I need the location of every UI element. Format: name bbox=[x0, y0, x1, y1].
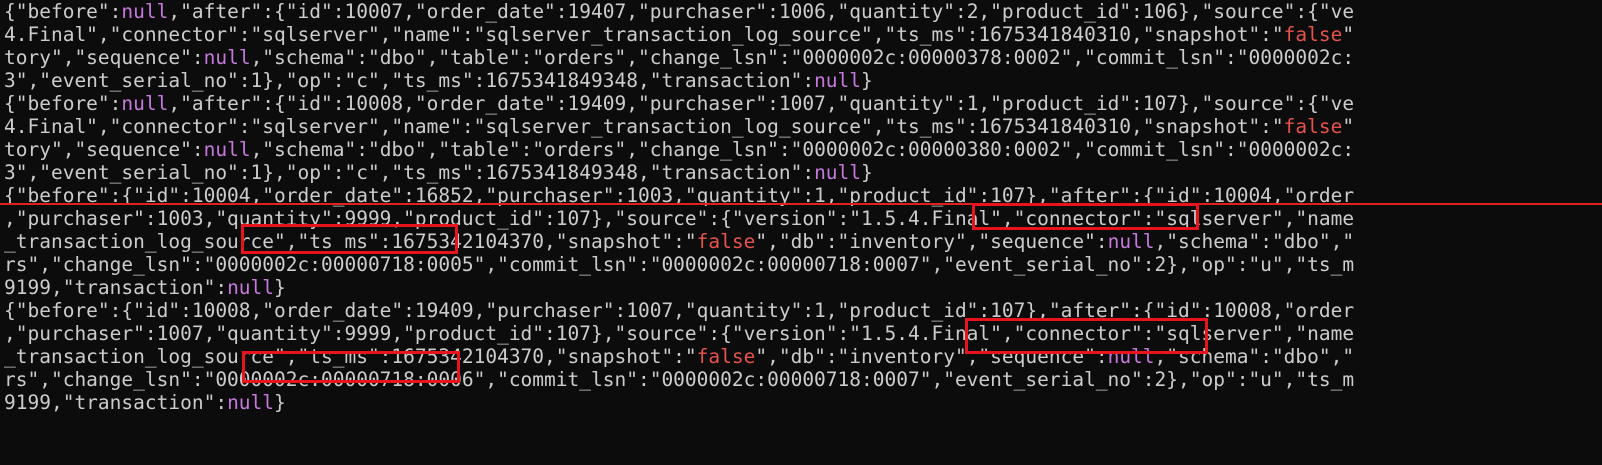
null-keyword: null bbox=[121, 0, 169, 23]
false-string: false bbox=[696, 230, 756, 253]
terminal-line: ,"purchaser":1003,"quantity":9999,"produ… bbox=[4, 207, 1355, 230]
terminal-line: {"before":null,"after":{"id":10008,"orde… bbox=[4, 92, 1355, 115]
terminal-line: {"before":{"id":10008,"order_date":19409… bbox=[4, 299, 1355, 322]
terminal-line: {"before":null,"after":{"id":10007,"orde… bbox=[4, 0, 1355, 23]
terminal-line: _transaction_log_source","ts_ms":1675342… bbox=[4, 345, 1355, 368]
separator-line bbox=[0, 203, 1602, 205]
null-keyword: null bbox=[227, 391, 275, 414]
terminal-line: tory","sequence":null,"schema":"dbo","ta… bbox=[4, 46, 1355, 69]
terminal-line: 3","event_serial_no":1},"op":"c","ts_ms"… bbox=[4, 69, 873, 92]
terminal-line: rs","change_lsn":"0000002c:00000718:0005… bbox=[4, 253, 1355, 276]
terminal-line: 9199,"transaction":null} bbox=[4, 391, 286, 414]
terminal-line: 4.Final","connector":"sqlserver","name":… bbox=[4, 23, 1355, 46]
terminal-line: 3","event_serial_no":1},"op":"c","ts_ms"… bbox=[4, 161, 873, 184]
null-keyword: null bbox=[121, 92, 169, 115]
null-keyword: null bbox=[1107, 230, 1155, 253]
false-string: false bbox=[1283, 115, 1343, 138]
terminal-line: ,"purchaser":1007,"quantity":9999,"produ… bbox=[4, 322, 1355, 345]
null-keyword: null bbox=[814, 161, 862, 184]
terminal-line: 4.Final","connector":"sqlserver","name":… bbox=[4, 115, 1355, 138]
null-keyword: null bbox=[1107, 345, 1155, 368]
false-string: false bbox=[696, 345, 756, 368]
terminal-line: rs","change_lsn":"0000002c:00000718:0006… bbox=[4, 368, 1355, 391]
terminal-output[interactable]: {"before":null,"after":{"id":10007,"orde… bbox=[0, 0, 1602, 465]
null-keyword: null bbox=[814, 69, 862, 92]
terminal-line: tory","sequence":null,"schema":"dbo","ta… bbox=[4, 138, 1355, 161]
terminal-line: _transaction_log_source","ts_ms":1675342… bbox=[4, 230, 1355, 253]
null-keyword: null bbox=[203, 46, 251, 69]
null-keyword: null bbox=[227, 276, 275, 299]
null-keyword: null bbox=[203, 138, 251, 161]
terminal-line: 9199,"transaction":null} bbox=[4, 276, 286, 299]
terminal-lines: {"before":null,"after":{"id":10007,"orde… bbox=[4, 0, 1354, 414]
false-string: false bbox=[1283, 23, 1343, 46]
